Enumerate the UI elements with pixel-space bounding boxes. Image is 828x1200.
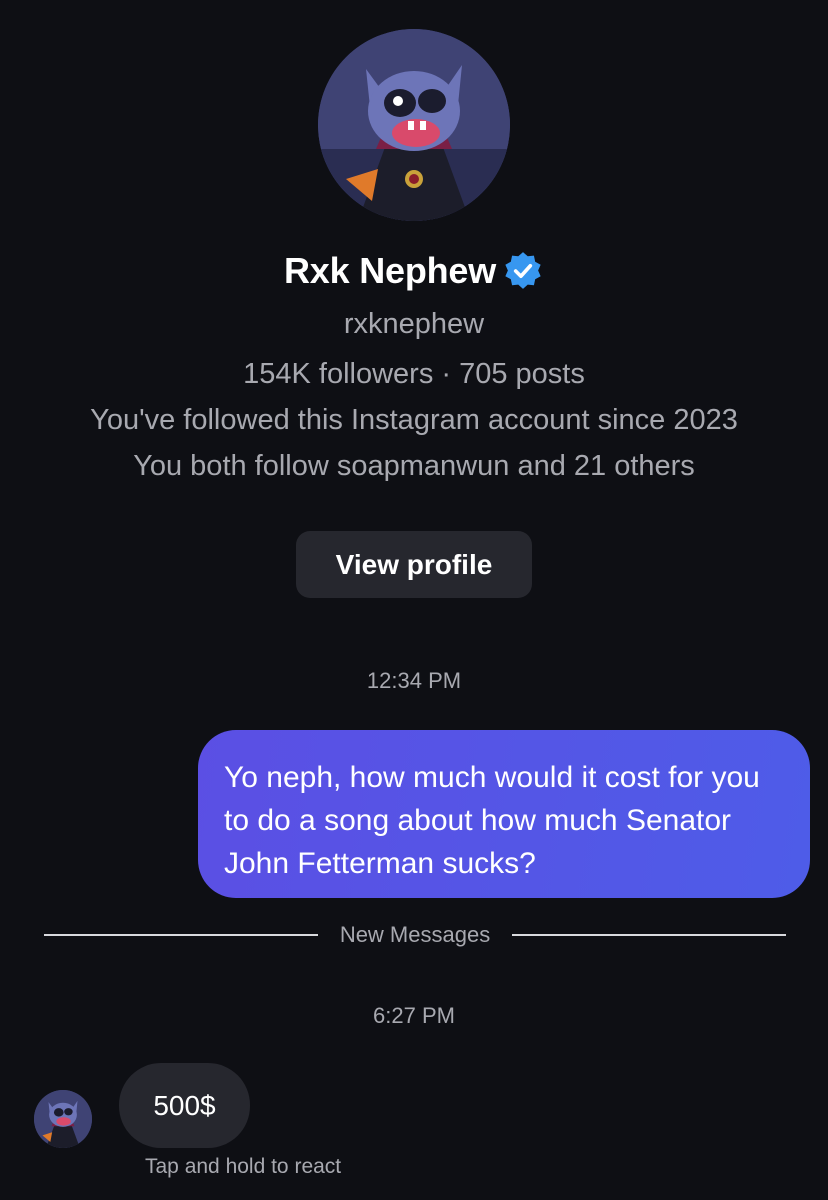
dm-thread-screen: Rxk Nephew rxknephew 154K followers · 70…	[0, 0, 828, 1200]
sender-avatar[interactable]	[34, 1090, 92, 1148]
message-timestamp: 6:27 PM	[373, 1003, 455, 1028]
outgoing-message-bubble[interactable]: Yo neph, how much would it cost for you …	[198, 730, 810, 898]
profile-mutual-followers[interactable]: You both follow soapmanwun and 21 others	[0, 448, 828, 484]
stitch-vampire-avatar-icon	[34, 1090, 92, 1148]
stitch-vampire-avatar-icon	[318, 29, 510, 221]
verified-badge-icon	[505, 252, 541, 289]
profile-avatar[interactable]	[318, 29, 510, 221]
profile-display-name: Rxk Nephew	[283, 250, 497, 291]
profile-followed-since: You've followed this Instagram account s…	[90, 404, 738, 436]
profile-name-row: Rxk Nephew	[0, 246, 828, 296]
incoming-message-bubble[interactable]: 500$	[119, 1063, 250, 1148]
divider-line-right	[512, 934, 787, 936]
view-profile-button[interactable]: View profile	[296, 531, 532, 598]
new-messages-divider: New Messages	[44, 921, 787, 949]
new-messages-label: New Messages	[339, 922, 491, 947]
react-hint-text: Tap and hold to react	[145, 1155, 342, 1178]
profile-username: rxknephew	[343, 308, 485, 340]
message-timestamp: 12:34 PM	[366, 668, 462, 693]
profile-stats: 154K followers · 705 posts	[243, 358, 585, 390]
divider-line-left	[44, 934, 318, 936]
